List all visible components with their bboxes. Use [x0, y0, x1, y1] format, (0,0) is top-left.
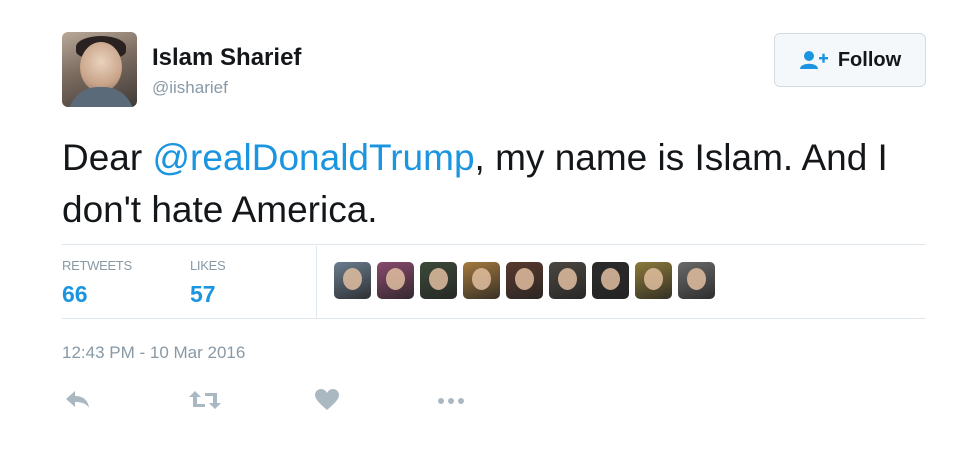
like-heart-icon: [315, 389, 339, 410]
liker-avatars: [334, 262, 715, 300]
retweet-button[interactable]: [188, 388, 222, 417]
retweets-label[interactable]: RETWEETS: [62, 258, 132, 273]
likes-label[interactable]: LIKES: [190, 258, 226, 273]
liker-avatar-icon[interactable]: [463, 262, 500, 299]
follow-button[interactable]: Follow: [774, 33, 926, 87]
liker-avatar-icon[interactable]: [592, 262, 629, 299]
liker-avatar-icon[interactable]: [549, 262, 586, 299]
retweets-count[interactable]: 66: [62, 281, 88, 308]
liker-avatar-icon[interactable]: [377, 262, 414, 299]
more-options-button[interactable]: [436, 388, 466, 417]
like-button[interactable]: [314, 388, 340, 417]
liker-avatar-icon[interactable]: [334, 262, 371, 299]
tweet-timestamp[interactable]: 12:43 PM - 10 Mar 2016: [62, 343, 245, 363]
stats-divider: [316, 246, 317, 318]
divider-bottom: [62, 318, 926, 319]
liker-face: [687, 268, 706, 290]
liker-face: [644, 268, 663, 290]
liker-avatar-icon[interactable]: [420, 262, 457, 299]
user-handle[interactable]: @iisharief: [152, 78, 228, 98]
reply-icon: [66, 391, 89, 408]
tweet-text: Dear @realDonaldTrump, my name is Islam.…: [62, 132, 942, 236]
liker-face: [343, 268, 362, 290]
user-plus-icon: [799, 51, 828, 69]
liker-face: [558, 268, 577, 290]
avatar-face: [80, 42, 122, 92]
liker-face: [429, 268, 448, 290]
liker-face: [472, 268, 491, 290]
retweet-icon: [189, 391, 221, 409]
liker-avatar-icon[interactable]: [506, 262, 543, 299]
profile-avatar[interactable]: [62, 32, 137, 107]
liker-avatar-icon[interactable]: [635, 262, 672, 299]
liker-avatar-icon[interactable]: [678, 262, 715, 299]
more-icon: [438, 398, 464, 404]
reply-button[interactable]: [64, 388, 92, 417]
liker-face: [386, 268, 405, 290]
likes-count[interactable]: 57: [190, 281, 216, 308]
tweet-mention-link[interactable]: @realDonaldTrump: [152, 137, 474, 178]
follow-button-label: Follow: [837, 48, 902, 71]
avatar-shirt: [68, 87, 134, 107]
user-display-name[interactable]: Islam Sharief: [152, 44, 301, 72]
liker-face: [601, 268, 620, 290]
liker-face: [515, 268, 534, 290]
divider-top: [62, 244, 926, 245]
tweet-text-before: Dear: [62, 137, 153, 178]
